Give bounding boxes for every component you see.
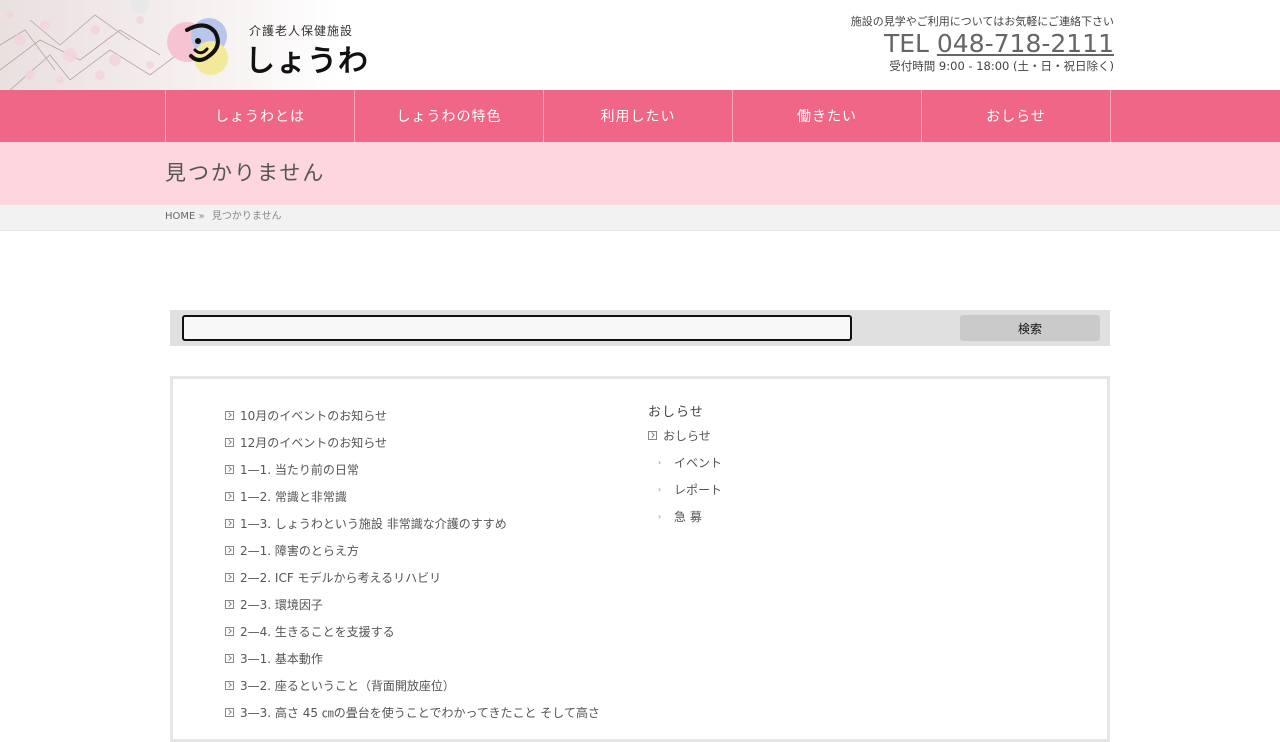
search-button[interactable]: 検索 (960, 315, 1100, 341)
search-input[interactable] (182, 315, 852, 341)
category-label: レポート (674, 483, 723, 497)
category-link-news[interactable]: おしらせ (648, 422, 722, 449)
post-link-label: 2—4. 生きることを支援する (240, 625, 395, 639)
page-title-band: 見つかりません (0, 142, 1280, 205)
arrow-right-icon: › (658, 485, 662, 494)
sitemap-box: 10月のイベントのお知らせ 12月のイベントのお知らせ 1—1. 当たり前の日常… (170, 376, 1110, 742)
post-link-label: 2—3. 環境因子 (240, 598, 323, 612)
square-arrow-icon (225, 411, 234, 420)
post-link-label: 3—2. 座るということ（背面開放座位） (240, 679, 455, 693)
business-hours: 受付時間 9:00 - 18:00 (土・日・祝日除く) (889, 59, 1114, 73)
post-link-label: 10月のイベントのお知らせ (240, 409, 388, 423)
post-link[interactable]: 2—2. ICF モデルから考えるリハビリ (225, 564, 600, 591)
post-link[interactable]: 3—2. 座るということ（背面開放座位） (225, 672, 600, 699)
square-arrow-icon (225, 573, 234, 582)
category-label: 急 募 (674, 510, 702, 524)
breadcrumb-current: 見つかりません (211, 211, 282, 222)
logo-title: しょうわ (245, 44, 369, 79)
nav-item-recruit[interactable]: 働きたい (733, 90, 922, 142)
square-arrow-icon (225, 465, 234, 474)
search-bar: 検索 (170, 310, 1110, 346)
category-heading: おしらせ (648, 405, 704, 420)
post-link[interactable]: 2—3. 環境因子 (225, 591, 600, 618)
site-logo[interactable]: 介護老人保健施設 しょうわ (165, 16, 368, 79)
breadcrumb-separator: » (198, 211, 205, 222)
post-link-label: 1—2. 常識と非常識 (240, 490, 347, 504)
post-link-label: 3—1. 基本動作 (240, 652, 323, 666)
category-list: おしらせ おしらせ › イベント › レポート › 急 募 (648, 401, 722, 530)
square-arrow-icon (225, 519, 234, 528)
nav-item-about[interactable]: しょうわとは (166, 90, 355, 142)
category-link-urgent[interactable]: › 急 募 (648, 503, 722, 530)
square-arrow-icon (648, 431, 657, 440)
post-link[interactable]: 2—4. 生きることを支援する (225, 618, 600, 645)
square-arrow-icon (225, 600, 234, 609)
logo-mark-icon (167, 18, 228, 75)
post-link-label: 2—2. ICF モデルから考えるリハビリ (240, 571, 442, 585)
post-link[interactable]: 1—2. 常識と非常識 (225, 483, 600, 510)
tel-line: TEL 048-718-2111 (851, 29, 1114, 59)
nav-item-features[interactable]: しょうわの特色 (355, 90, 544, 142)
post-link-label: 2—1. 障害のとらえ方 (240, 544, 359, 558)
arrow-right-icon: › (658, 512, 662, 521)
tel-link[interactable]: 048-718-2111 (937, 29, 1114, 58)
post-link-label: 1—1. 当たり前の日常 (240, 463, 359, 477)
global-nav: しょうわとは しょうわの特色 利用したい 働きたい おしらせ (0, 90, 1280, 142)
post-link-label: 3—3. 高さ 45 ㎝の畳台を使うことでわかってきたこと そして高さ (240, 706, 600, 720)
square-arrow-icon (225, 681, 234, 690)
breadcrumb: HOME » 見つかりません (0, 205, 1280, 231)
post-link[interactable]: 2—1. 障害のとらえ方 (225, 537, 600, 564)
square-arrow-icon (225, 654, 234, 663)
square-arrow-icon (225, 627, 234, 636)
site-header: 介護老人保健施設 しょうわ 施設の見学やご利用についてはお気軽にご連絡下さい T… (0, 0, 1280, 90)
category-label: イベント (674, 456, 723, 470)
post-link[interactable]: 1—3. しょうわという施設 非常識な介護のすすめ (225, 510, 600, 537)
page-title: 見つかりません (165, 161, 326, 185)
square-arrow-icon (225, 708, 234, 717)
tel-prefix: TEL (883, 29, 937, 58)
contact-note: 施設の見学やご利用についてはお気軽にご連絡下さい (850, 15, 1114, 28)
square-arrow-icon (225, 492, 234, 501)
nav-item-use[interactable]: 利用したい (544, 90, 733, 142)
post-link[interactable]: 3—3. 高さ 45 ㎝の畳台を使うことでわかってきたこと そして高さ (225, 699, 600, 726)
post-link[interactable]: 12月のイベントのお知らせ (225, 429, 600, 456)
post-link[interactable]: 10月のイベントのお知らせ (225, 402, 600, 429)
category-label: おしらせ (663, 429, 711, 443)
post-link[interactable]: 3—1. 基本動作 (225, 645, 600, 672)
post-link-label: 12月のイベントのお知らせ (240, 436, 388, 450)
square-arrow-icon (225, 438, 234, 447)
breadcrumb-home-link[interactable]: HOME (165, 211, 195, 222)
category-link-report[interactable]: › レポート (648, 476, 722, 503)
nav-item-news[interactable]: おしらせ (922, 90, 1111, 142)
post-link[interactable]: 1—1. 当たり前の日常 (225, 456, 600, 483)
contact-block: 施設の見学やご利用についてはお気軽にご連絡下さい TEL 048-718-211… (851, 14, 1114, 74)
category-link-event[interactable]: › イベント (648, 449, 722, 476)
square-arrow-icon (225, 546, 234, 555)
post-list: 10月のイベントのお知らせ 12月のイベントのお知らせ 1—1. 当たり前の日常… (225, 402, 600, 726)
arrow-right-icon: › (658, 458, 662, 467)
post-link-label: 1—3. しょうわという施設 非常識な介護のすすめ (240, 517, 507, 531)
